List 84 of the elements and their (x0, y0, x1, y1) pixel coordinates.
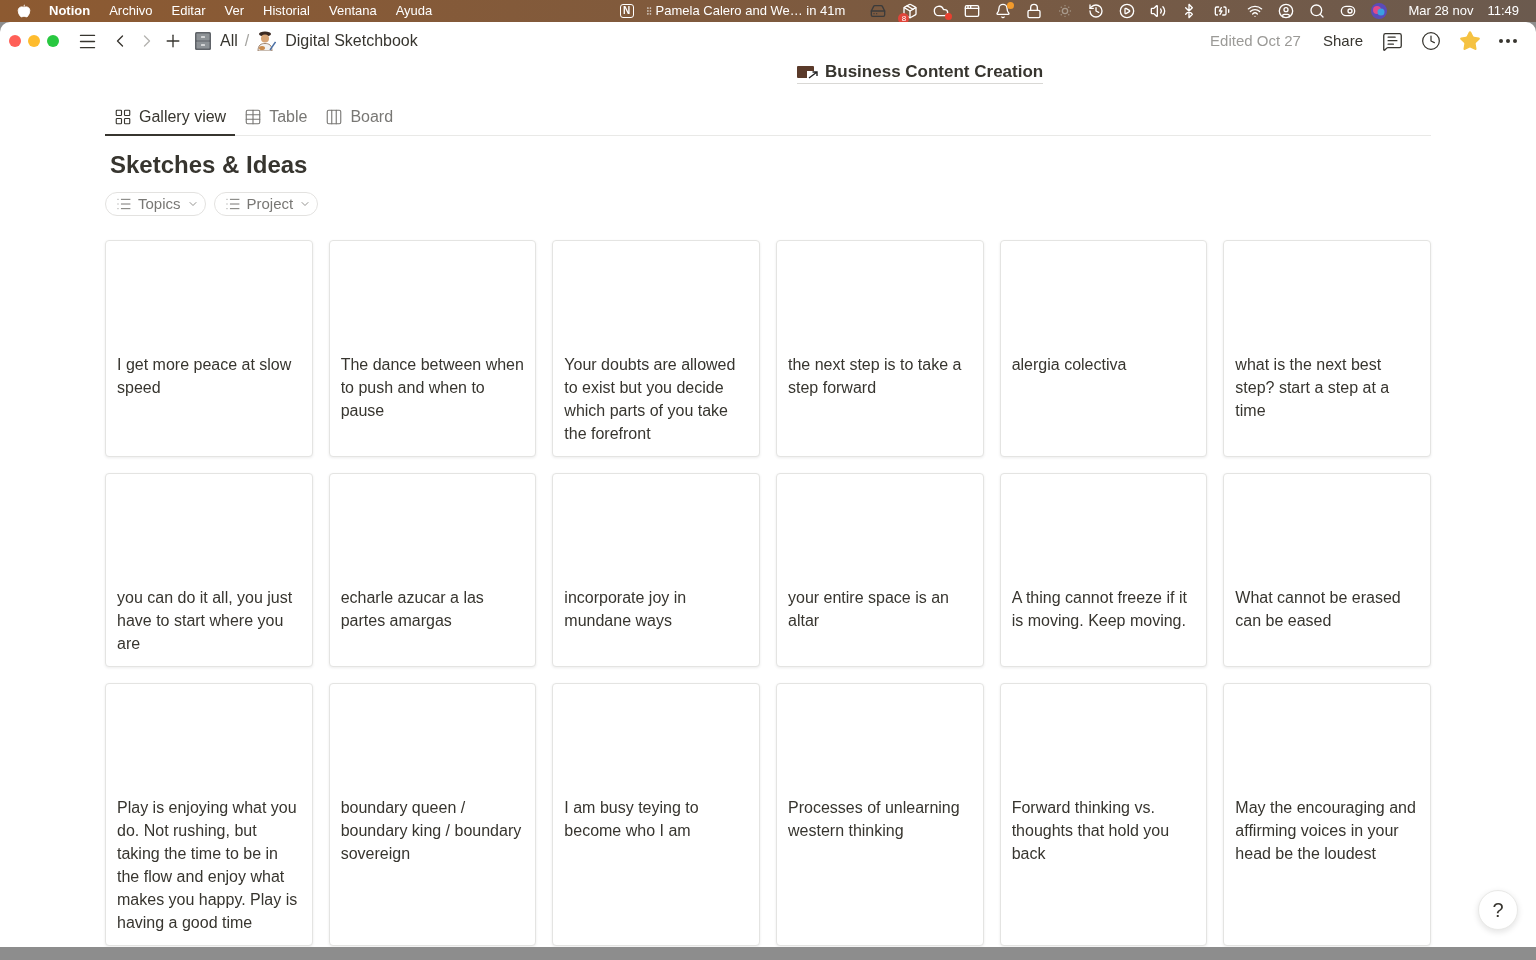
card-title: echarle azucar a las partes amargas (340, 588, 485, 631)
card-title: I am busy teying to become who I am (564, 798, 700, 841)
gallery-card[interactable]: Processes of unlearning western thinking (776, 683, 984, 946)
menu-item[interactable]: Ayuda (395, 1, 433, 21)
card-title: your entire space is an altar (788, 588, 950, 631)
card-title: alergia colectiva (1011, 355, 1128, 375)
lock-icon[interactable] (1026, 3, 1043, 19)
gallery-grid-icon (114, 108, 132, 126)
card-title: boundary queen / boundary king / boundary sovereign (340, 798, 523, 864)
gallery-card[interactable]: boundary queen / boundary king / boundary sovereign (328, 683, 537, 946)
breadcrumb-link[interactable]: All (195, 29, 238, 53)
gallery-card[interactable]: what is the next best step? start a step at a time (1223, 240, 1431, 457)
card-title: the next step is to take a step forward (788, 355, 963, 398)
view-tab[interactable]: Gallery view (105, 100, 236, 136)
card-title: you can do it all, you just have to start where you are (117, 588, 294, 654)
menu-item[interactable]: Historial (263, 1, 310, 21)
apple-menu-icon[interactable] (17, 4, 31, 18)
card-title: May the encouraging and affirming voices in your head be the loudest (1235, 798, 1417, 864)
play-icon[interactable] (1119, 3, 1136, 19)
card-title: A thing cannot freeze if it is moving. Keep moving. (1011, 588, 1188, 631)
list-icon (224, 196, 241, 212)
gallery-card[interactable]: May the encouraging and affirming voices in your head be the loudest (1223, 683, 1431, 946)
app-menu[interactable]: Notion (49, 1, 91, 21)
edited-date: Edited Oct 27 (1210, 30, 1301, 51)
more-icon[interactable] (1499, 39, 1517, 43)
help-button[interactable]: ? (1478, 890, 1518, 930)
gallery-card[interactable]: echarle azucar a las partes amargas (328, 473, 537, 667)
list-icon (116, 196, 132, 212)
gallery-card[interactable]: you can do it all, you just have to start where you are (105, 473, 313, 667)
gallery-card[interactable]: your entire space is an altar (776, 473, 984, 667)
gallery-card[interactable]: The dance between when to push and when to pause (328, 240, 537, 457)
card-title: incorporate joy in mundane ways (564, 588, 688, 631)
artist-figure-icon (256, 31, 277, 51)
close-window-icon[interactable] (9, 35, 21, 47)
toggles-icon[interactable] (1340, 3, 1357, 19)
history-clock-icon[interactable] (1088, 3, 1105, 19)
gallery-card[interactable]: Forward thinking vs. thoughts that hold you back (999, 683, 1208, 946)
view-tab[interactable]: Table (235, 100, 317, 136)
clock-icon[interactable] (1421, 31, 1441, 51)
gallery-card[interactable]: Your doubts are allowed to exist but you decide which parts of you take the forefront (552, 240, 760, 457)
calendar-event[interactable]: Pamela Calero and We… in 41m (655, 1, 846, 21)
page-link-icon (797, 64, 819, 79)
gallery-card[interactable]: A thing cannot freeze if it is moving. Keep moving. (999, 473, 1208, 667)
card-title: Processes of unlearning western thinking (788, 798, 961, 841)
screen-icon[interactable] (964, 3, 981, 19)
gallery-card[interactable]: alergia colectiva (999, 240, 1208, 457)
menu-item[interactable]: Archivo (109, 1, 153, 21)
menu-bar-time[interactable]: 11:49 (1487, 1, 1519, 21)
view-tab[interactable]: Board (316, 100, 403, 136)
gallery-card[interactable]: I get more peace at slow speed (105, 240, 313, 457)
board-columns-icon (325, 108, 344, 126)
gallery-card[interactable]: I am busy teying to become who I am (552, 683, 760, 946)
gallery-card[interactable]: What cannot be erased can be eased (1223, 473, 1431, 667)
box-icon[interactable] (902, 3, 919, 19)
gallery-card[interactable]: incorporate joy in mundane ways (552, 473, 760, 667)
user-icon[interactable] (1278, 3, 1295, 19)
cloud-icon[interactable] (933, 3, 950, 19)
file-cabinet-icon (195, 32, 211, 50)
database-title: Sketches & Ideas (110, 150, 308, 180)
share-button[interactable]: Share (1322, 29, 1363, 53)
gallery-card[interactable]: the next step is to take a step forward (776, 240, 984, 457)
card-title: The dance between when to push and when to pause (340, 355, 525, 421)
menu-item[interactable]: Ver (224, 1, 244, 21)
volume-icon[interactable] (1150, 3, 1167, 19)
menu-bar-date[interactable]: Mar 28 nov (1408, 1, 1474, 21)
status-logo-icon[interactable]: N (619, 4, 634, 18)
comment-icon[interactable] (1382, 30, 1403, 52)
breadcrumb-link[interactable]: Digital Sketchbook (256, 29, 418, 53)
breadcrumb-separator: / (244, 31, 250, 51)
card-title: Play is enjoying what you do. Not rushing, but taking the time to be in the flow and enjoy what makes you happy. Play is having a good time (117, 798, 299, 933)
search-icon[interactable] (1309, 3, 1326, 19)
gallery-card[interactable]: Play is enjoying what you do. Not rushing, but taking the time to be in the flow and enjoy what makes you happy. Play is having a good time (105, 683, 313, 946)
bell-icon[interactable] (995, 3, 1012, 19)
menu-item[interactable]: Ventana (328, 1, 377, 21)
card-title: what is the next best step? start a step at a time (1235, 355, 1391, 421)
card-title: Forward thinking vs. thoughts that hold you back (1011, 798, 1171, 864)
star-icon[interactable] (1459, 30, 1481, 52)
card-title: I get more peace at slow speed (117, 355, 293, 398)
card-title: Your doubts are allowed to exist but you decide which parts of you take the forefront (564, 355, 737, 444)
table-icon (244, 108, 263, 126)
card-title: What cannot be erased can be eased (1235, 588, 1402, 631)
wifi-icon[interactable] (1247, 3, 1264, 19)
menu-item[interactable]: Editar (171, 1, 206, 21)
parent-page-link[interactable]: Business Content Creation (797, 60, 1044, 84)
